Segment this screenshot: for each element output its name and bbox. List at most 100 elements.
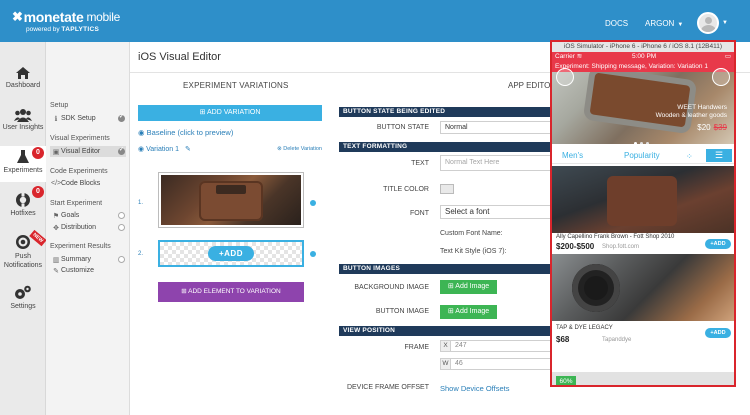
plus-icon: ⊞ xyxy=(199,109,207,116)
baseline-link[interactable]: ◉ Baseline (click to preview) xyxy=(138,128,233,137)
status-circle-icon xyxy=(118,212,125,219)
tab-popularity[interactable]: Popularity xyxy=(624,151,660,160)
add-product-button[interactable]: +ADD xyxy=(705,328,731,338)
check-icon xyxy=(118,146,125,155)
ios-simulator[interactable]: iOS Simulator - iPhone 6 - iPhone 6 / iO… xyxy=(550,40,736,387)
gear-icon[interactable] xyxy=(310,200,316,206)
product-shop: Tapanddye xyxy=(602,337,632,343)
product-image-backpack[interactable] xyxy=(552,166,734,233)
cart-circle-button[interactable] xyxy=(712,68,730,86)
status-bar: Carrier ≋ 5:00 PM ▭ xyxy=(552,52,734,62)
font-select[interactable]: Select a font xyxy=(440,205,552,219)
section-button-images: BUTTON IMAGES xyxy=(339,264,554,274)
add-button-image-button[interactable]: ⊞ Add Image xyxy=(440,305,497,319)
add-background-image-button[interactable]: ⊞ Add Image xyxy=(440,280,497,294)
hero-price: $20 $39 xyxy=(697,123,727,132)
setup-heading: Setup xyxy=(50,102,69,109)
account-name: ARGON xyxy=(645,19,675,28)
flask-icon xyxy=(17,150,29,163)
add-element-button[interactable]: ⊞ ADD ELEMENT TO VARIATION xyxy=(158,282,304,302)
avatar-chevron-down-icon[interactable]: ▼ xyxy=(722,20,728,26)
discount-tag: 60% xyxy=(556,376,576,385)
users-icon xyxy=(14,109,32,122)
docs-link[interactable]: DOCS xyxy=(605,19,628,28)
add-image-label: Add Image xyxy=(455,283,490,290)
baseline-label: Baseline (click to preview) xyxy=(146,128,234,137)
button-state-label: BUTTON STATE xyxy=(376,124,429,131)
show-device-offsets-link[interactable]: Show Device Offsets xyxy=(440,384,509,393)
hero-line-2: Wooden & leather goods xyxy=(655,112,727,119)
home-icon xyxy=(16,67,30,79)
tab-mens[interactable]: Men's xyxy=(562,151,583,160)
experiment-banner: Experiment: Shipping message, Variation:… xyxy=(552,62,734,72)
menu-circle-button[interactable] xyxy=(556,68,574,86)
hero-banner[interactable]: Carrier ≋ 5:00 PM ▭ Experiment: Shipping… xyxy=(552,52,734,144)
product-shop: Shop.fott.com xyxy=(602,244,640,250)
carousel-dots[interactable] xyxy=(634,138,652,144)
font-label: FONT xyxy=(409,210,429,217)
nav-hotfixes[interactable]: Hotfixes 0 xyxy=(0,186,46,217)
avatar[interactable] xyxy=(697,12,719,34)
delete-variation-label: Delete Variation xyxy=(283,146,322,152)
gears-icon xyxy=(15,285,31,299)
nav-label: User Insights xyxy=(2,124,44,131)
add-image-label: Add Image xyxy=(455,308,490,315)
visual-experiments-heading: Visual Experiments xyxy=(50,135,110,142)
visual-editor-item[interactable]: ▣ Visual Editor xyxy=(50,146,126,157)
product-image-camera[interactable] xyxy=(552,254,734,321)
w-input[interactable]: 46 xyxy=(451,358,551,370)
product-title[interactable]: TAP & DYE LEGACY xyxy=(556,325,613,331)
nav-label: Experiments xyxy=(3,167,43,174)
sdk-setup-item[interactable]: ℹ SDK Setup xyxy=(50,113,126,124)
title-color-label: TITLE COLOR xyxy=(383,186,429,193)
list-view-icon[interactable]: ☰ xyxy=(706,149,732,162)
goals-item[interactable]: ⚑ Goals xyxy=(50,210,126,221)
hotfixes-badge: 0 xyxy=(32,186,44,198)
hero-old-price: $39 xyxy=(713,123,727,132)
device-frame-offset-label: DEVICE FRAME OFFSET xyxy=(346,384,429,391)
account-menu[interactable]: ARGON ▼ xyxy=(645,19,683,28)
x-input[interactable]: 247 xyxy=(451,340,551,352)
bar-chart-icon: ▥ xyxy=(52,256,60,264)
next-product-card[interactable]: 60% xyxy=(552,372,734,385)
nav-experiments[interactable]: Experiments 0 xyxy=(0,146,46,182)
eye-icon: ◉ xyxy=(138,128,147,137)
lifebuoy-icon xyxy=(16,192,30,208)
product-title[interactable]: Ally Capellino Frank Brown - Fott Shop 2… xyxy=(556,234,674,240)
flag-icon: ⚑ xyxy=(52,212,60,220)
simulator-title: iOS Simulator - iPhone 6 - iPhone 6 / iO… xyxy=(552,42,734,52)
eye-icon: ◉ xyxy=(138,146,147,153)
customize-item[interactable]: ✎ Customize xyxy=(50,265,126,276)
title-color-swatch[interactable] xyxy=(440,184,454,194)
add-variation-button[interactable]: ⊞ ADD VARIATION xyxy=(138,105,322,121)
pencil-icon[interactable]: ✎ xyxy=(185,146,191,153)
code-blocks-item[interactable]: </> Code Blocks xyxy=(50,178,126,189)
delete-variation-link[interactable]: ⊗ Delete Variation xyxy=(277,146,322,152)
add-element-label: ADD ELEMENT TO VARIATION xyxy=(188,288,281,295)
code-experiments-heading: Code Experiments xyxy=(50,168,108,175)
button-state-select[interactable]: Normal xyxy=(440,121,552,134)
summary-item[interactable]: ▥ Summary xyxy=(50,254,126,265)
element-thumbnail[interactable] xyxy=(158,172,304,228)
gear-icon[interactable] xyxy=(310,251,316,257)
distribution-item[interactable]: ✥ Distribution xyxy=(50,222,126,233)
logo-text: monetate xyxy=(23,9,84,25)
nav-push-notifications[interactable]: Push Notifications NEW xyxy=(0,229,47,270)
hero-price-value: $20 xyxy=(697,123,711,132)
start-experiment-heading: Start Experiment xyxy=(50,200,103,207)
variation-row[interactable]: ◉ Variation 1 ✎ ⊗ Delete Variation xyxy=(138,145,322,157)
add-element-dropzone[interactable]: +ADD xyxy=(158,240,304,267)
nav-dashboard[interactable]: Dashboard xyxy=(0,66,46,89)
app-editor-heading: APP EDITOR xyxy=(508,81,557,90)
logo[interactable]: ✖ monetate mobile powered by TAPLYTICS xyxy=(12,9,120,33)
nav-settings[interactable]: Settings xyxy=(0,285,46,310)
add-pill-button[interactable]: +ADD xyxy=(208,246,254,261)
grid-view-icon[interactable]: ⁘ xyxy=(686,152,693,161)
add-variation-label: ADD VARIATION xyxy=(207,109,261,116)
text-input[interactable]: Normal Text Here xyxy=(440,155,552,171)
w-label: W xyxy=(440,358,451,370)
nav-user-insights[interactable]: User Insights xyxy=(0,108,46,131)
target-icon xyxy=(16,235,30,249)
sub-item-label: Visual Editor xyxy=(61,148,101,155)
add-product-button[interactable]: +ADD xyxy=(705,239,731,249)
